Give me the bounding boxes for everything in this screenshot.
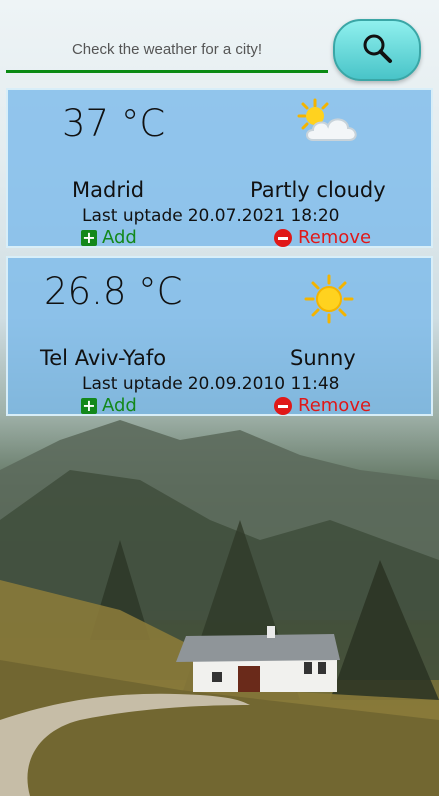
minus-circle-icon	[274, 229, 292, 247]
temperature: 37 °C	[62, 102, 166, 145]
add-button[interactable]: + Add	[81, 228, 137, 248]
last-updated-value: 20.09.2010 11:48	[187, 374, 340, 394]
last-updated-label: Last uptade	[82, 374, 183, 394]
search-bar	[0, 0, 439, 84]
search-icon	[361, 32, 393, 68]
last-updated-label: Last uptade	[82, 206, 183, 226]
plus-icon: +	[81, 396, 97, 415]
add-button[interactable]: + Add	[81, 396, 137, 416]
partly-cloudy-icon	[293, 96, 365, 156]
last-updated: Last uptade 20.07.2021 18:20	[82, 206, 344, 226]
search-button[interactable]	[333, 19, 421, 81]
search-input[interactable]	[6, 28, 328, 73]
last-updated: Last uptade 20.09.2010 11:48	[82, 374, 344, 394]
add-label: Add	[102, 395, 137, 416]
remove-label: Remove	[298, 227, 372, 248]
add-label: Add	[102, 227, 137, 248]
weather-condition: Partly cloudy	[250, 178, 386, 202]
city-name: Tel Aviv-Yafo	[40, 346, 167, 370]
minus-circle-icon	[274, 397, 292, 415]
remove-button[interactable]: Remove	[274, 228, 371, 248]
weather-card: 37 °C Madrid Partly cloudy Last uptade 20…	[6, 88, 433, 248]
remove-button[interactable]: Remove	[274, 396, 371, 416]
city-name: Madrid	[72, 178, 145, 202]
remove-label: Remove	[298, 395, 372, 416]
plus-icon: +	[81, 228, 97, 247]
weather-card: 26.8 °C Tel Aviv-Yafo Sunny Last uptade 2…	[6, 256, 433, 416]
sun-icon	[304, 274, 354, 328]
weather-condition: Sunny	[290, 346, 356, 370]
last-updated-value: 20.07.2021 18:20	[187, 206, 340, 226]
temperature: 26.8 °C	[44, 270, 183, 313]
